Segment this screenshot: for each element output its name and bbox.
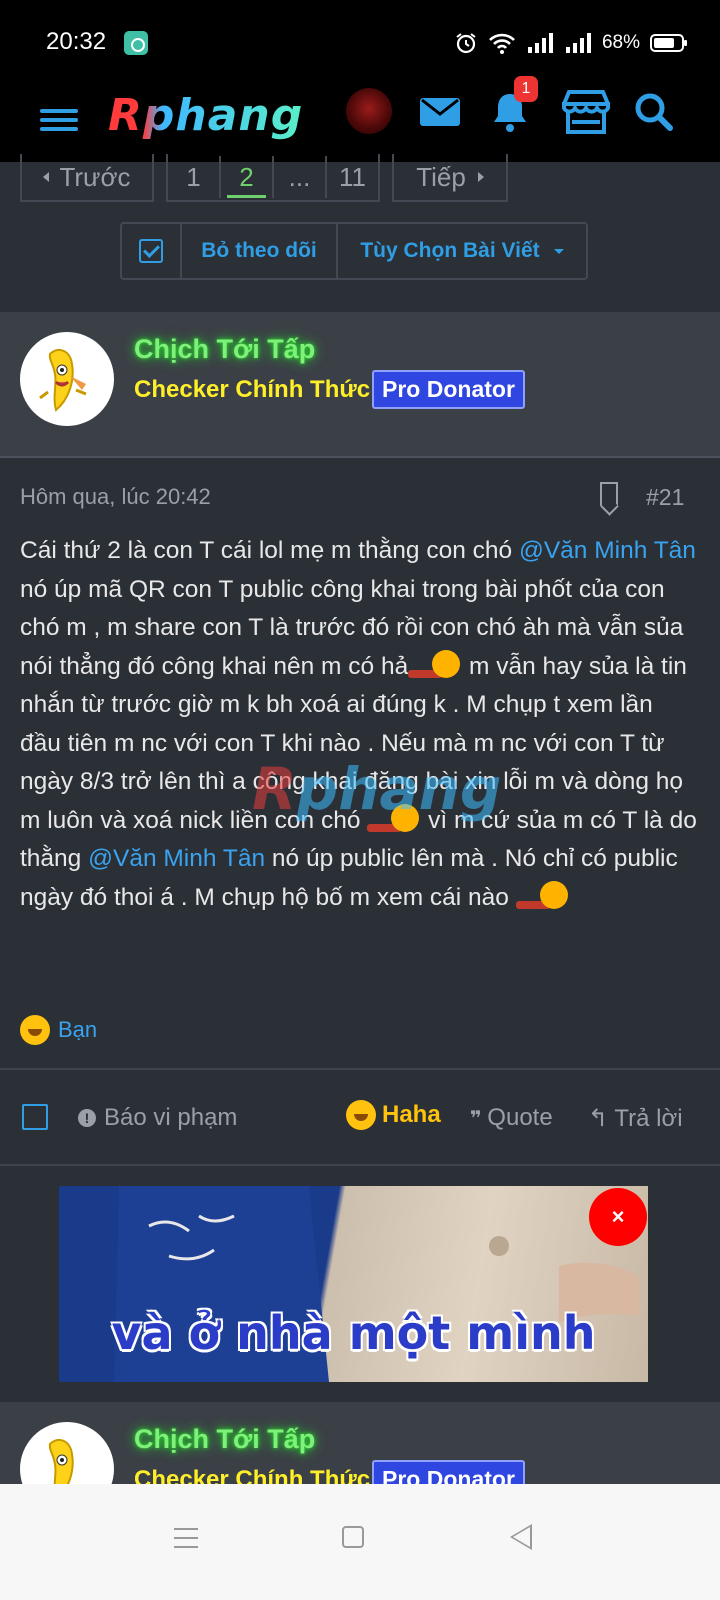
chevron-left-icon [43,172,50,182]
page-2-active[interactable]: 2 [221,156,274,198]
post-number[interactable]: #21 [646,484,684,511]
ad-caption: và ở nhà một mình [111,1306,596,1360]
haha-reaction-button[interactable]: Haha [346,1100,441,1130]
close-ad-button[interactable]: × [589,1188,647,1246]
recent-apps-icon[interactable] [174,1528,198,1548]
select-post-checkbox[interactable] [22,1104,48,1130]
unwatch-button[interactable]: Bỏ theo dõi [182,224,338,278]
report-button[interactable]: ! Báo vi phạm [78,1104,237,1132]
alert-icon: ! [78,1109,96,1127]
post-actions: ! Báo vi phạm Haha ❞ Quote ↰ Trả lời [0,1068,720,1166]
status-icons: 68% [454,28,687,58]
user-title: Checker Chính Thức [134,376,371,403]
home-icon[interactable] [342,1526,364,1548]
page-ellipsis[interactable]: ... [274,156,327,198]
chevron-right-icon [477,172,484,182]
next-label: Tiếp [416,161,466,192]
next-post-user-block: Chịch Tới Tấp Checker Chính Thức Pro Don… [0,1402,720,1484]
menu-icon[interactable] [40,100,78,140]
post-text-1: Cái thứ 2 là con T cái lol mẹ m thằng co… [20,537,519,564]
banana-avatar-icon [48,1438,74,1484]
app-notification-icon [124,31,148,55]
post-date[interactable]: Hôm qua, lúc 20:42 [20,484,211,510]
donator-badge: Pro Donator [372,1460,525,1484]
page-1[interactable]: 1 [168,156,221,198]
page-11[interactable]: 11 [327,156,378,198]
next-page-button[interactable]: Tiếp [392,154,508,202]
status-bar: 20:32 68% [0,0,720,80]
app-header: Rphang [0,80,720,162]
status-time: 20:32 [46,28,107,55]
wifi-icon [489,33,515,54]
system-nav-bar [0,1484,720,1600]
thread-tools: Bỏ theo dõi Tùy Chọn Bài Viết [120,222,588,280]
quote-label: Quote [487,1104,553,1131]
mention-link[interactable]: @Văn Minh Tân [88,845,265,872]
user-avatar[interactable] [20,1422,114,1484]
post-user-block: Chịch Tới Tấp Checker Chính Thức Pro Don… [0,312,720,458]
post-content: Cái thứ 2 là con T cái lol mẹ m thằng co… [20,532,700,917]
username[interactable]: Chịch Tới Tấp [134,1424,315,1455]
haha-emoji-icon [346,1100,376,1130]
alarm-icon [456,33,476,54]
prev-page-button[interactable]: Trước [20,154,154,202]
signal-icon [527,33,553,53]
back-icon[interactable] [510,1524,532,1550]
checkbox-checked-icon [139,239,163,263]
mail-icon[interactable] [416,88,464,136]
site-watermark: Rphang [252,755,501,823]
watermark-r: R [252,755,297,823]
search-icon[interactable] [630,88,678,136]
store-icon[interactable] [558,84,614,140]
signal-icon-2 [565,33,591,53]
page-numbers: 1 2 ... 11 [166,154,380,202]
report-label: Báo vi phạm [104,1104,238,1131]
reply-button[interactable]: ↰ Trả lời [588,1104,683,1133]
post-options-dropdown[interactable]: Tùy Chọn Bài Viết [338,224,586,278]
emoji-icon [515,880,570,911]
user-avatar[interactable] [20,332,114,426]
pagination-area: Trước 1 2 ... 11 Tiếp Bỏ theo dõi Tùy Ch… [0,154,720,312]
reaction-summary[interactable]: Bạn [20,1015,97,1045]
banana-avatar-icon [39,348,87,412]
prev-label: Trước [59,161,131,192]
caret-down-icon [553,248,564,254]
profile-avatar[interactable] [346,88,392,134]
haha-label: Haha [382,1101,441,1128]
battery-icon [650,34,687,52]
reply-icon: ↰ [588,1105,615,1132]
bookmark-icon[interactable] [600,482,618,506]
select-thread-checkbox[interactable] [122,224,182,278]
watermark-rest: phang [296,755,502,823]
haha-emoji-icon [20,1015,50,1045]
donator-badge: Pro Donator [372,370,525,409]
reaction-user[interactable]: Bạn [58,1017,97,1043]
post-body: Hôm qua, lúc 20:42 #21 Cái thứ 2 là con … [0,460,720,1068]
emoji-icon [408,649,462,680]
mention-link[interactable]: @Văn Minh Tân [519,537,696,564]
ad-banner[interactable]: và ở nhà một mình [59,1186,648,1382]
site-logo[interactable]: Rphang [108,90,303,141]
post-options-label: Tùy Chọn Bài Viết [360,239,540,262]
username[interactable]: Chịch Tới Tấp [134,334,315,365]
quote-button[interactable]: ❞ Quote [470,1104,553,1132]
quote-icon: ❞ [470,1108,488,1130]
ad-area: và ở nhà một mình × [0,1168,720,1402]
user-title: Checker Chính Thức [134,1466,371,1484]
notification-badge: 1 [514,76,538,102]
reply-label: Trả lời [614,1105,683,1132]
battery-percent: 68% [601,32,640,53]
